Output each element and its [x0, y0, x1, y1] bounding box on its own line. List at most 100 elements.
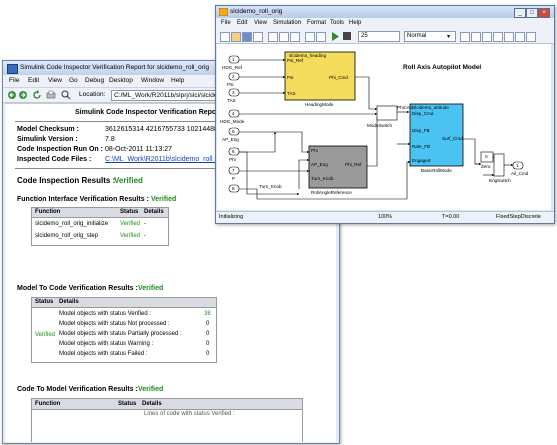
model-to-code-table: Status Details Verified Model objects wi… — [31, 297, 217, 363]
roll-angle-reference-block[interactable] — [308, 145, 368, 189]
menu-tools[interactable]: Tools — [330, 20, 344, 26]
menu-simulation[interactable]: Simulation — [273, 20, 301, 26]
col-details: Details — [59, 299, 79, 305]
menu-go[interactable]: Go — [69, 77, 78, 84]
new-icon[interactable] — [220, 32, 230, 42]
mode-switch-block[interactable] — [376, 105, 398, 121]
forward-arrow-icon[interactable] — [19, 91, 27, 99]
nav-buttons — [8, 90, 56, 99]
simulink-window: slcidemo_roll_orig _ □ × File Edit View … — [215, 5, 555, 224]
simulink-app-icon — [219, 8, 228, 16]
inport-number: 2 — [232, 74, 235, 79]
block-name: ModeSwitch — [367, 123, 393, 128]
port-values-icon[interactable] — [526, 32, 536, 42]
info-label-run-on: Code Inspection Run On : — [17, 146, 103, 153]
stop-time-field[interactable]: 25 — [358, 31, 400, 42]
print-icon[interactable] — [46, 90, 56, 99]
model-explorer-icon[interactable] — [493, 32, 503, 42]
menu-window[interactable]: Window — [141, 77, 164, 84]
port-label: Psi — [287, 75, 294, 80]
info-label-checksum: Model Checksum : — [17, 126, 79, 133]
menu-file[interactable]: File — [221, 20, 231, 26]
col-function: Function — [35, 209, 61, 215]
port-label: Psi_Ref — [287, 58, 304, 63]
port-label: Disp_Cmd — [412, 111, 434, 116]
inport-number: 4 — [232, 111, 235, 116]
solver-name: FixedStepDiscrete — [496, 214, 541, 220]
inport-label: HDG_Mode — [220, 119, 245, 124]
advisor-icon[interactable] — [515, 32, 525, 42]
find-icon[interactable] — [61, 90, 71, 100]
simulink-status-bar: Initializing 100% T=0.00 FixedStepDiscre… — [216, 211, 554, 223]
menu-desktop[interactable]: Desktop — [109, 77, 133, 84]
undo-icon[interactable] — [305, 32, 315, 42]
inport-label: AP_Eng — [222, 137, 239, 142]
list-item: Model objects with status Failed : — [59, 351, 148, 357]
library-browser-icon[interactable] — [482, 32, 492, 42]
port-label: TAS — [287, 91, 296, 96]
diagram-title: Roll Axis Autopilot Model — [403, 64, 482, 71]
port-label: Rate_FB — [412, 144, 431, 149]
print-icon[interactable] — [253, 32, 263, 42]
maximize-button[interactable]: □ — [526, 8, 538, 18]
port-label: Turn_Knob — [311, 176, 334, 181]
sim-mode-value: Normal — [407, 33, 427, 39]
eng-switch-block[interactable] — [493, 153, 505, 177]
build-icon[interactable] — [460, 32, 470, 42]
minimize-button[interactable]: _ — [514, 8, 526, 18]
block-subtitle: slcidemo_attitude — [413, 105, 449, 110]
stop-simulation-icon[interactable] — [343, 32, 351, 41]
inport-label: TAS — [227, 98, 236, 103]
menu-edit[interactable]: Edit — [237, 20, 247, 26]
redo-icon[interactable] — [316, 32, 326, 42]
model-canvas[interactable]: Roll Axis Autopilot Model 1 HDG_Ref 2 Ps… — [217, 44, 551, 210]
table-row-details: - — [144, 221, 146, 227]
model-to-code-status: Verified — [138, 285, 164, 292]
cut-icon[interactable] — [268, 32, 278, 42]
inport-label: Phi — [229, 157, 236, 162]
menu-format[interactable]: Format — [307, 20, 326, 26]
stop-time-value: 25 — [361, 33, 368, 39]
inport-number: 3 — [232, 90, 235, 95]
menu-edit[interactable]: Edit — [28, 77, 39, 84]
menu-help[interactable]: Help — [349, 20, 361, 26]
sim-time: T=0.00 — [442, 214, 460, 220]
sim-mode-select[interactable]: Normal ▾ — [404, 31, 456, 42]
function-interface-table: Function Status Details slcidemo_roll_or… — [31, 207, 169, 246]
update-diagram-icon[interactable] — [471, 32, 481, 42]
menu-view[interactable]: View — [254, 20, 267, 26]
inport-number: 1 — [232, 57, 235, 62]
table-header — [32, 399, 302, 410]
menu-file[interactable]: File — [9, 77, 19, 84]
menu-view[interactable]: View — [48, 77, 62, 84]
start-simulation-icon[interactable] — [331, 32, 339, 41]
menu-help[interactable]: Help — [171, 77, 184, 84]
outport-label: Ail_Cmd — [511, 171, 529, 176]
simulink-title-bar: slcidemo_roll_orig _ □ × — [216, 6, 554, 18]
list-item-count: 38 — [204, 311, 211, 317]
list-item: Model objects with status Warning : — [59, 341, 154, 347]
debugger-icon[interactable] — [504, 32, 514, 42]
save-icon[interactable] — [242, 32, 252, 42]
info-value-run-on: 08-Oct-2011 11:13:27 — [105, 146, 173, 153]
copy-icon[interactable] — [279, 32, 289, 42]
overall-status: Verified — [35, 332, 56, 338]
inport-number: 7 — [232, 168, 235, 173]
list-item: Model objects with status Not processed … — [59, 321, 170, 327]
table-row-details: - — [144, 233, 146, 239]
port-label: Phi — [311, 148, 318, 153]
simulink-window-title: slcidemo_roll_orig — [230, 8, 283, 15]
inport-number: 5 — [232, 129, 235, 134]
close-button[interactable]: × — [538, 8, 550, 18]
back-arrow-icon[interactable] — [8, 91, 16, 99]
refresh-icon[interactable] — [33, 90, 41, 99]
code-inspection-label: Code Inspection Results : — [17, 176, 116, 185]
port-label: Engaged — [412, 158, 431, 163]
open-icon[interactable] — [231, 32, 241, 42]
list-item: Model objects with status Verified : — [59, 311, 152, 317]
inport-label: HDG_Ref — [222, 65, 242, 70]
menu-debug[interactable]: Debug — [85, 77, 104, 84]
code-to-model-table: Function Status Details Lines of code wi… — [31, 398, 303, 442]
paste-icon[interactable] — [290, 32, 300, 42]
port-label: Phi_Cmd — [329, 75, 348, 80]
